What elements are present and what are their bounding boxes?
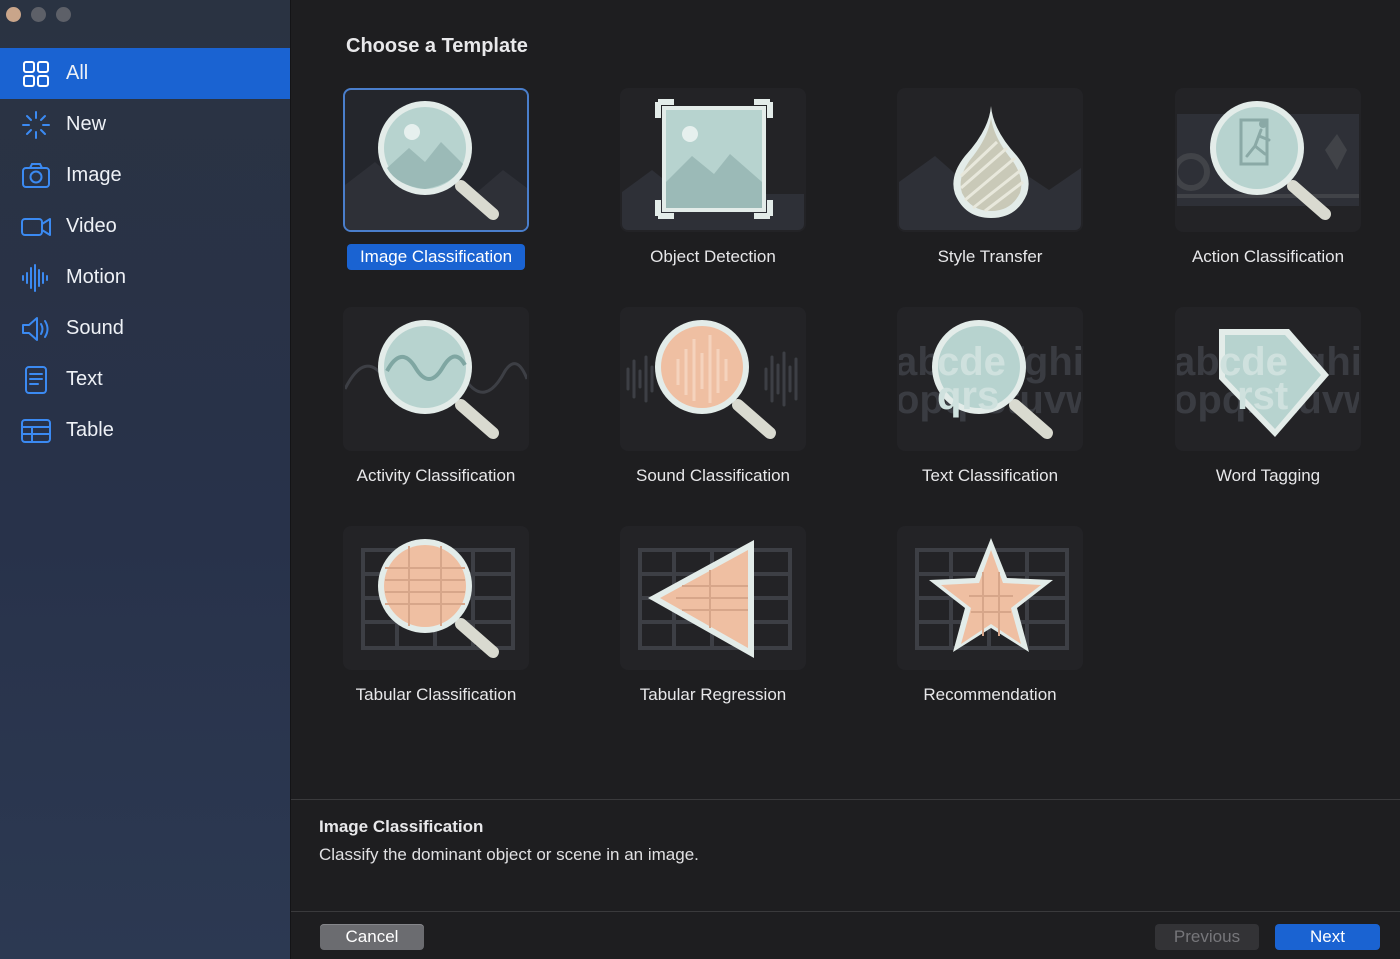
magnifier-image-icon [345,101,527,230]
template-label: Image Classification [346,244,526,270]
sidebar-item-label: Image [66,164,122,186]
template-label: Sound Classification [635,466,791,485]
grid-icon [23,61,49,87]
sidebar-item-text[interactable]: Text [0,354,290,405]
sidebar-item-label: Video [66,215,117,237]
sidebar-item-all[interactable]: All [0,48,290,99]
triangle-table-icon [638,540,792,658]
magnifier-sine-wave-icon [345,320,527,439]
create-ml-template-window: All New Image Video Motion Sound Text Ta… [0,0,1400,959]
svg-text:rst: rst [1237,374,1288,418]
template-label: Recommendation [923,685,1057,704]
document-icon [25,366,47,394]
sidebar-nav: All New Image Video Motion Sound Text Ta… [0,48,290,456]
template-thumbnail: abcdefghi opqrstuvw cde qrs [897,307,1083,451]
template-style-transfer[interactable]: Style Transfer [895,88,1085,270]
template-label: Tabular Classification [355,685,517,704]
sidebar-item-video[interactable]: Video [0,201,290,252]
table-icon [21,419,51,443]
framed-image-icon [622,99,804,230]
template-object-detection[interactable]: Object Detection [618,88,808,270]
speaker-icon [22,317,49,341]
template-recommendation[interactable]: Recommendation [895,526,1085,708]
star-table-icon [915,538,1069,652]
window-controls [6,7,71,22]
template-tabular-classification[interactable]: Tabular Classification [341,526,531,708]
sidebar-item-new[interactable]: New [0,99,290,150]
sidebar-item-label: New [66,113,107,135]
cancel-button[interactable]: Cancel [320,924,424,950]
template-word-tagging[interactable]: abcdefghi opqrstuvw cde rst Word Tagging [1173,307,1363,489]
template-thumbnail [620,526,806,670]
sidebar-item-label: Sound [66,317,124,339]
template-label: Text Classification [921,466,1059,485]
waveform-icon [22,264,48,292]
template-label: Word Tagging [1215,466,1321,485]
sidebar-item-label: Text [66,368,103,390]
svg-text:qrs: qrs [937,374,999,418]
template-text-classification[interactable]: abcdefghi opqrstuvw cde qrs Text Classif… [895,307,1085,489]
template-thumbnail: abcdefghi opqrstuvw cde rst [1175,307,1361,451]
template-thumbnail [620,88,806,232]
sidebar: All New Image Video Motion Sound Text Ta… [0,0,291,959]
page-title: Choose a Template [346,35,528,57]
template-image-classification[interactable]: Image Classification [341,88,531,270]
sidebar-item-sound[interactable]: Sound [0,303,290,354]
template-thumbnail [1175,88,1361,232]
magnifier-table-icon [361,539,515,658]
next-button[interactable]: Next [1275,924,1380,950]
template-sound-classification[interactable]: Sound Classification [618,307,808,489]
sidebar-item-label: Motion [66,266,127,288]
magnifier-audio-wave-icon [626,320,798,439]
template-thumbnail [343,307,529,451]
sidebar-item-label: Table [66,419,114,441]
template-label: Style Transfer [937,247,1043,266]
previous-button[interactable]: Previous [1155,924,1259,950]
template-label: Action Classification [1191,247,1345,266]
template-thumbnail [343,526,529,670]
template-tabular-regression[interactable]: Tabular Regression [618,526,808,708]
paint-drop-icon [899,106,1081,230]
close-window-button[interactable] [6,7,21,22]
sidebar-item-label: All [66,62,89,84]
sidebar-item-image[interactable]: Image [0,150,290,201]
footer-divider [291,911,1400,912]
template-action-classification[interactable]: Action Classification [1173,88,1363,270]
template-label: Tabular Regression [639,685,787,704]
video-camera-icon [21,218,51,236]
magnifier-letters-icon: abcdefghi opqrstuvw cde qrs [899,320,1081,439]
template-chooser: Choose a Template Image Classification O… [291,0,1400,959]
template-thumbnail [897,88,1083,232]
template-thumbnail [897,526,1083,670]
description-title: Image Classification [319,817,484,836]
template-activity-classification[interactable]: Activity Classification [341,307,531,489]
template-thumbnail [343,88,529,232]
magnifier-running-figure-icon [1177,101,1359,220]
sidebar-item-motion[interactable]: Motion [0,252,290,303]
zoom-window-button[interactable] [56,7,71,22]
description-divider [291,799,1400,800]
sidebar-item-table[interactable]: Table [0,405,290,456]
template-label: Activity Classification [356,466,516,485]
template-thumbnail [620,307,806,451]
template-label: Object Detection [650,247,776,266]
description-text: Classify the dominant object or scene in… [319,845,699,864]
minimize-window-button[interactable] [31,7,46,22]
sparkle-icon [22,111,50,139]
tag-letters-icon: abcdefghi opqrstuvw cde rst [1177,329,1359,437]
camera-icon [22,163,50,188]
